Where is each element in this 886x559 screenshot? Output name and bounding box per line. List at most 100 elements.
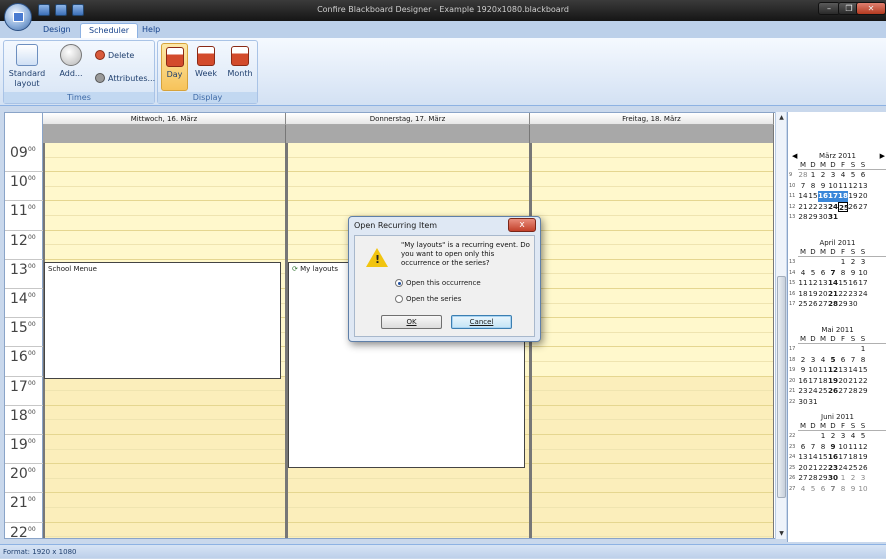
calendar-day[interactable] — [858, 212, 868, 223]
cancel-button[interactable]: Cancel — [451, 315, 512, 329]
tab-scheduler[interactable]: Scheduler — [80, 23, 139, 38]
calendar-day[interactable]: 17 — [858, 278, 868, 289]
calendar-day[interactable]: 13 — [798, 452, 808, 463]
calendar-day[interactable] — [848, 212, 858, 223]
calendar-day[interactable]: 2 — [798, 355, 808, 366]
calendar-day[interactable]: 4 — [848, 431, 858, 442]
calendar-day[interactable]: 10 — [808, 365, 818, 376]
calendar-day[interactable]: 8 — [858, 355, 868, 366]
vertical-scrollbar[interactable]: ▲ ▼ — [775, 112, 786, 539]
calendar-day[interactable]: 9 — [828, 442, 838, 453]
calendar-day[interactable]: 14 — [848, 365, 858, 376]
calendar-day[interactable] — [808, 257, 818, 268]
calendar-day[interactable]: 12 — [808, 278, 818, 289]
month-view-button[interactable]: Month — [225, 46, 255, 79]
ok-button[interactable]: OK — [381, 315, 442, 329]
time-slot[interactable] — [288, 478, 529, 494]
time-slot[interactable] — [532, 362, 773, 377]
calendar-day[interactable] — [838, 397, 848, 408]
time-slot[interactable] — [45, 231, 285, 246]
calendar-day[interactable]: 27 — [798, 473, 808, 484]
scroll-thumb[interactable] — [777, 276, 786, 498]
calendar-day[interactable] — [828, 397, 838, 408]
calendar-day[interactable]: 13 — [838, 365, 848, 376]
calendar-day[interactable] — [798, 344, 808, 355]
calendar-day[interactable]: 28 — [808, 473, 818, 484]
calendar-day[interactable]: 23 — [828, 463, 838, 474]
calendar-day[interactable]: 27 — [858, 202, 868, 213]
calendar-day[interactable]: 29 — [838, 299, 848, 310]
calendar-day[interactable]: 21 — [798, 202, 808, 213]
time-slot[interactable] — [532, 420, 773, 435]
all-day-area[interactable] — [286, 125, 530, 143]
time-slot[interactable] — [532, 158, 773, 173]
time-slot[interactable] — [532, 508, 773, 523]
calendar-day[interactable]: 25 — [798, 299, 808, 310]
calendar-day[interactable]: 23 — [848, 289, 858, 300]
calendar-day[interactable]: 9 — [848, 484, 858, 495]
time-slot[interactable] — [532, 260, 773, 275]
time-slot[interactable] — [532, 522, 773, 538]
time-slot[interactable] — [532, 478, 773, 494]
time-slot[interactable] — [532, 143, 773, 158]
calendar-day[interactable]: 20 — [818, 289, 828, 300]
calendar-day[interactable]: 12 — [848, 181, 858, 192]
calendar-day[interactable]: 11 — [798, 278, 808, 289]
app-icon[interactable] — [38, 4, 50, 16]
calendar-day[interactable]: 30 — [818, 212, 828, 223]
calendar-day[interactable]: 19 — [828, 376, 838, 387]
calendar-day[interactable]: 31 — [808, 397, 818, 408]
time-slot[interactable] — [45, 493, 285, 508]
calendar-day[interactable]: 29 — [858, 386, 868, 397]
calendar-day[interactable]: 17 — [838, 452, 848, 463]
calendar-day[interactable]: 6 — [838, 355, 848, 366]
calendar-day[interactable]: 8 — [808, 181, 818, 192]
time-slot[interactable] — [45, 449, 285, 465]
calendar-day[interactable]: 3 — [828, 170, 838, 181]
calendar-day[interactable]: 7 — [828, 268, 838, 279]
calendar-day[interactable]: 16 — [798, 376, 808, 387]
calendar-day[interactable]: 18 — [798, 289, 808, 300]
calendar-day[interactable]: 10 — [838, 442, 848, 453]
dialog-close-button[interactable]: x — [508, 218, 536, 232]
calendar-day[interactable]: 24 — [838, 463, 848, 474]
calendar-day[interactable] — [828, 257, 838, 268]
calendar-day[interactable]: 8 — [838, 484, 848, 495]
calendar-day[interactable]: 19 — [808, 289, 818, 300]
time-slot[interactable] — [288, 143, 529, 158]
calendar-day[interactable]: 22 — [818, 463, 828, 474]
calendar-day[interactable]: 21 — [848, 376, 858, 387]
calendar-day[interactable]: 20 — [798, 463, 808, 474]
calendar-day[interactable]: 11 — [818, 365, 828, 376]
standard-layout-button[interactable]: Standard layout — [7, 44, 47, 89]
time-slot[interactable] — [45, 478, 285, 494]
calendar-day[interactable] — [848, 344, 858, 355]
calendar-day[interactable]: 1 — [808, 170, 818, 181]
time-slot[interactable] — [532, 405, 773, 421]
calendar-day[interactable]: 20 — [858, 191, 868, 202]
calendar-day[interactable]: 11 — [848, 442, 858, 453]
calendar-day[interactable]: 30 — [798, 397, 808, 408]
time-slot[interactable] — [532, 537, 773, 538]
time-slot[interactable] — [532, 187, 773, 202]
time-slot[interactable] — [532, 172, 773, 187]
calendar-day[interactable]: 7 — [808, 442, 818, 453]
time-slot[interactable] — [45, 158, 285, 173]
calendar-day[interactable]: 1 — [818, 431, 828, 442]
time-slot[interactable] — [45, 420, 285, 435]
attributes-button[interactable]: Attributes... — [95, 73, 155, 83]
day-header[interactable]: Freitag, 18. März — [530, 113, 774, 125]
calendar-day[interactable]: 4 — [838, 170, 848, 181]
calendar-day[interactable]: 8 — [818, 442, 828, 453]
calendar-day[interactable]: 14 — [808, 452, 818, 463]
calendar-day[interactable] — [818, 257, 828, 268]
calendar-day[interactable]: 7 — [848, 355, 858, 366]
calendar-day[interactable]: 3 — [808, 355, 818, 366]
time-slot[interactable] — [532, 347, 773, 362]
calendar-day[interactable]: 14 — [828, 278, 838, 289]
time-slot[interactable] — [532, 376, 773, 392]
calendar-day[interactable]: 4 — [818, 355, 828, 366]
calendar-day[interactable]: 22 — [838, 289, 848, 300]
calendar-day[interactable]: 5 — [808, 268, 818, 279]
calendar-day[interactable]: 5 — [848, 170, 858, 181]
